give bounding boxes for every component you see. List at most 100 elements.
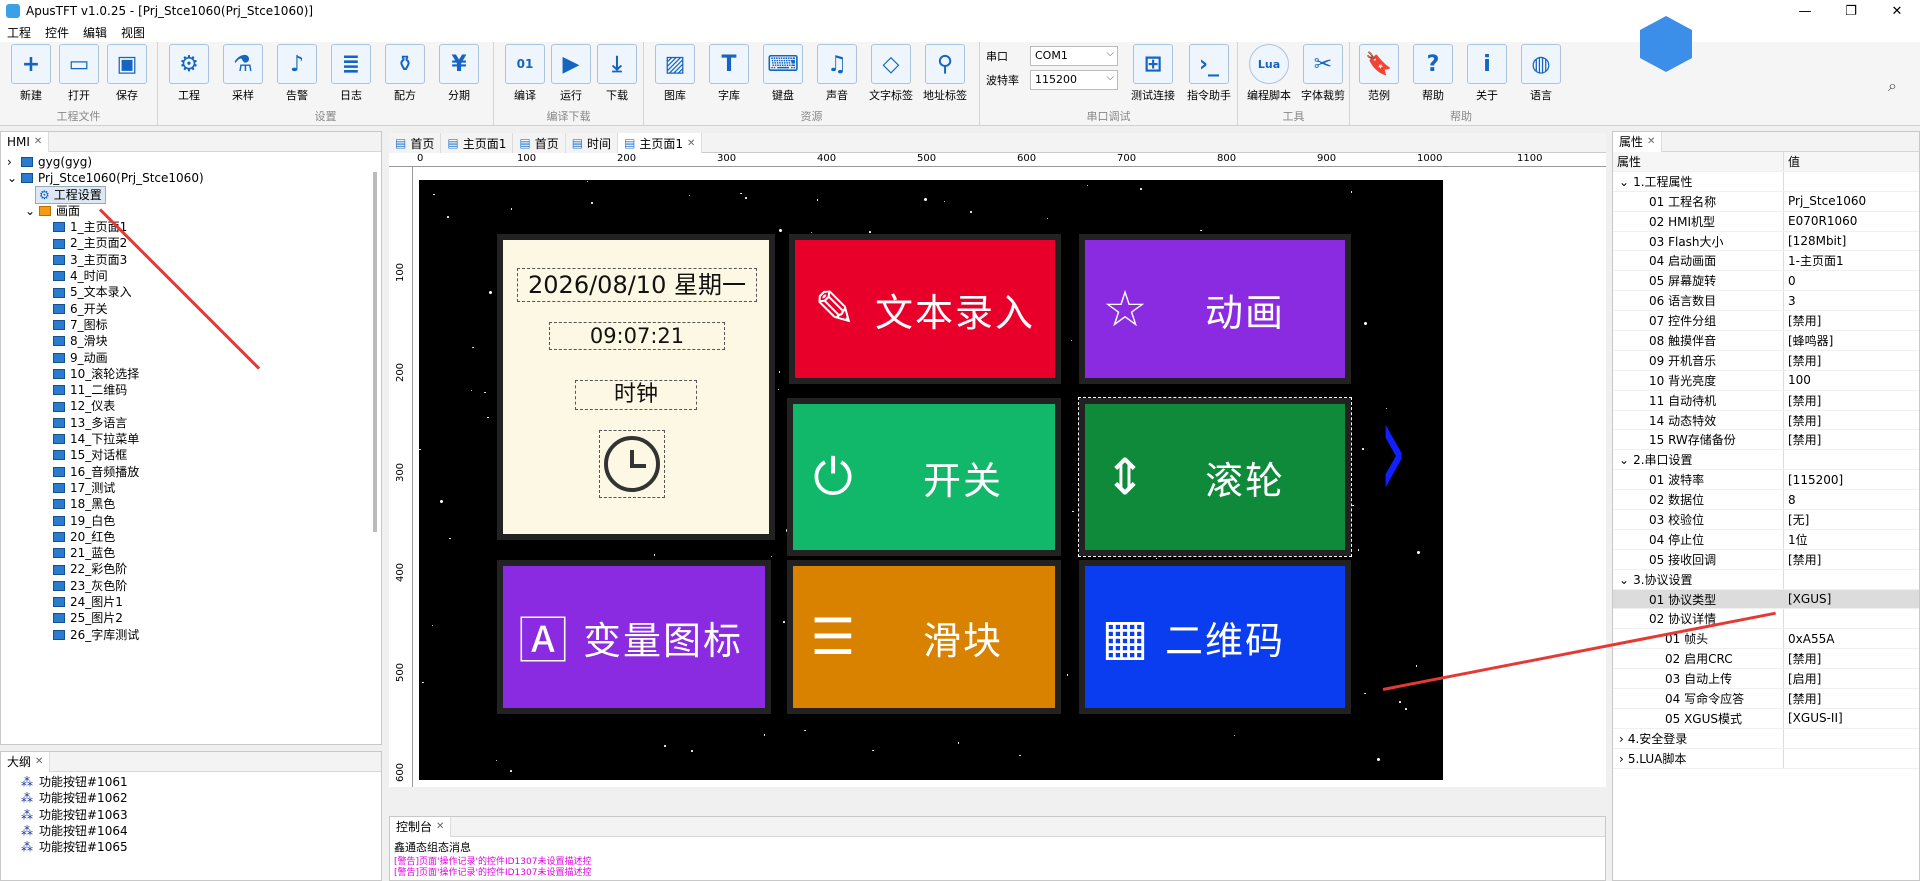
outline-item[interactable]: ⁂ 功能按钮#1065 [21, 839, 381, 855]
tree-item-screen[interactable]: 5_文本录入 [7, 284, 381, 300]
scrollbar[interactable] [373, 172, 377, 532]
font-library-button[interactable]: T 字库 [706, 44, 752, 106]
property-row[interactable]: 06 语言数目 3 [1613, 291, 1919, 312]
maximize-button[interactable]: ❐ [1828, 0, 1874, 22]
tree-item-screen[interactable]: 8_滑块 [7, 333, 381, 349]
close-icon[interactable]: ✕ [34, 136, 42, 147]
property-row[interactable]: 04 停止位 1位 [1613, 529, 1919, 550]
tree-item-screen[interactable]: 15_对话框 [7, 447, 381, 463]
text-input-tile[interactable]: ✎ 文本录入 [789, 234, 1061, 384]
property-value[interactable]: 1位 [1783, 529, 1919, 549]
property-row[interactable]: 05 接收回调 [禁用] [1613, 549, 1919, 570]
property-row[interactable]: 01 帧头 0xA55A [1613, 629, 1919, 650]
property-row[interactable]: 04 写命令应答 [禁用] [1613, 689, 1919, 709]
property-value[interactable]: [无] [1783, 510, 1919, 529]
outline-item[interactable]: ⁂ 功能按钮#1061 [21, 774, 381, 790]
tree-item-screen[interactable]: 16_音频播放 [7, 464, 381, 480]
tree-item-screen[interactable]: 12_仪表 [7, 398, 381, 414]
tree-item-screen[interactable]: 2_主页面2 [7, 235, 381, 251]
property-value[interactable]: E070R1060 [1783, 211, 1919, 231]
property-row[interactable]: 02 数据位 8 [1613, 490, 1919, 511]
tree-item-screen[interactable]: 14_下拉菜单 [7, 431, 381, 447]
property-value[interactable]: 1-主页面1 [1783, 251, 1919, 271]
installment-button[interactable]: ¥ 分期 [436, 44, 482, 106]
close-icon[interactable]: ✕ [687, 138, 695, 149]
search-icon[interactable]: ⌕ [1888, 76, 1897, 96]
tree-item-screen[interactable]: 11_二维码 [7, 382, 381, 398]
tree-item-gyg[interactable]: › gyg(gyg) [7, 154, 381, 170]
tree-item-screen[interactable]: 17_测试 [7, 480, 381, 496]
menu-edit[interactable]: 编辑 [76, 24, 114, 41]
tree-item-screen[interactable]: 26_字库测试 [7, 627, 381, 643]
sampling-button[interactable]: ⚗ 采样 [220, 44, 266, 106]
property-row[interactable]: 09 开机音乐 [禁用] [1613, 350, 1919, 371]
about-button[interactable]: i 关于 [1464, 44, 1510, 106]
property-value[interactable]: [启用] [1783, 669, 1919, 689]
tree-item-project[interactable]: ⌄ Prj_Stce1060(Prj_Stce1060) [7, 170, 381, 186]
tree-item-screen[interactable]: 22_彩色阶 [7, 561, 381, 577]
editor-tab[interactable]: ▤ 首页 [389, 133, 442, 153]
serial-port-select[interactable]: COM1 [1030, 46, 1118, 66]
clock-date[interactable]: 2026/08/10 星期一 [517, 268, 757, 302]
property-row[interactable]: 03 Flash大小 [128Mbit] [1613, 231, 1919, 252]
property-row[interactable]: 01 工程名称 Prj_Stce1060 [1613, 191, 1919, 212]
outline-tab[interactable]: 大纲 ✕ [1, 751, 51, 772]
property-row[interactable]: 04 启动画面 1-主页面1 [1613, 251, 1919, 272]
address-label-button[interactable]: ⚲ 地址标签 [922, 44, 968, 106]
command-assistant-button[interactable]: ›_ 指令助手 [1182, 44, 1236, 106]
project-settings-button[interactable]: ⚙ 工程 [166, 44, 212, 106]
hmi-tab[interactable]: HMI ✕ [1, 131, 50, 152]
close-icon[interactable]: ✕ [436, 821, 444, 832]
close-button[interactable]: ✕ [1874, 0, 1920, 22]
tree-item-project-settings[interactable]: ⚙ 工程设置 [7, 185, 381, 204]
keyboard-button[interactable]: ⌨ 键盘 [760, 44, 806, 106]
outline-item[interactable]: ⁂ 功能按钮#1064 [21, 823, 381, 839]
animation-tile[interactable]: ☆ 动画 [1079, 234, 1351, 384]
editor-tab[interactable]: ▤ 首页 [513, 133, 566, 153]
property-row[interactable]: 03 自动上传 [启用] [1613, 669, 1919, 690]
close-icon[interactable]: ✕ [35, 756, 43, 767]
tree-item-screen[interactable]: 3_主页面3 [7, 252, 381, 268]
outline-item[interactable]: ⁂ 功能按钮#1063 [21, 807, 381, 823]
minimize-button[interactable]: — [1782, 0, 1828, 22]
font-cut-button[interactable]: ✂ 字体裁剪 [1296, 44, 1350, 106]
download-button[interactable]: ⤓ 下载 [594, 44, 640, 106]
property-row[interactable]: 15 RW存储备份 [禁用] [1613, 430, 1919, 451]
property-row[interactable]: 14 动态特效 [禁用] [1613, 410, 1919, 431]
property-value[interactable]: 8 [1783, 490, 1919, 510]
switch-tile[interactable]: ⏻ 开关 [787, 398, 1061, 556]
editor-tab[interactable]: ▤ 主页面1 ✕ [618, 133, 703, 153]
help-button[interactable]: ? 帮助 [1410, 44, 1456, 106]
script-button[interactable]: Lua 编程脚本 [1242, 44, 1296, 106]
console-tab[interactable]: 控制台 ✕ [390, 816, 452, 837]
property-section[interactable]: › 4.安全登录 [1613, 728, 1919, 749]
property-value[interactable]: [XGUS-II] [1783, 708, 1919, 728]
close-icon[interactable]: ✕ [1647, 136, 1655, 147]
tree-item-screen[interactable]: 1_主页面1 [7, 219, 381, 235]
baud-select[interactable]: 115200 [1030, 70, 1118, 90]
tree-item-screen[interactable]: 18_黑色 [7, 496, 381, 512]
tree-item-screen[interactable]: 13_多语言 [7, 415, 381, 431]
property-section[interactable]: › 5.LUA脚本 [1613, 748, 1919, 769]
clock-time[interactable]: 09:07:21 [549, 322, 725, 350]
compile-button[interactable]: 01 编译 [502, 44, 548, 106]
property-value[interactable]: [禁用] [1783, 549, 1919, 569]
test-connection-button[interactable]: ⊞ 测试连接 [1126, 44, 1180, 106]
tree-item-screen[interactable]: 21_蓝色 [7, 545, 381, 561]
property-row[interactable]: 02 启用CRC [禁用] [1613, 649, 1919, 670]
log-button[interactable]: ≣ 日志 [328, 44, 374, 106]
tree-item-screen[interactable]: 19_白色 [7, 513, 381, 529]
examples-button[interactable]: 🔖 范例 [1356, 44, 1402, 106]
property-value[interactable]: [禁用] [1783, 390, 1919, 410]
property-row[interactable]: 10 背光亮度 100 [1613, 370, 1919, 391]
menu-view[interactable]: 视图 [114, 24, 152, 41]
tree-item-screen[interactable]: 10_滚轮选择 [7, 366, 381, 382]
property-value[interactable]: [禁用] [1783, 350, 1919, 370]
editor-tab[interactable]: ▤ 时间 [565, 133, 619, 153]
property-value[interactable]: 0xA55A [1783, 629, 1919, 649]
property-section[interactable]: ⌄ 2.串口设置 [1613, 450, 1919, 471]
gallery-button[interactable]: ▨ 图库 [652, 44, 698, 106]
tree-item-screen[interactable]: 24_图片1 [7, 594, 381, 610]
alarm-button[interactable]: ♪ 告警 [274, 44, 320, 106]
language-button[interactable]: ◍ 语言 [1518, 44, 1564, 106]
